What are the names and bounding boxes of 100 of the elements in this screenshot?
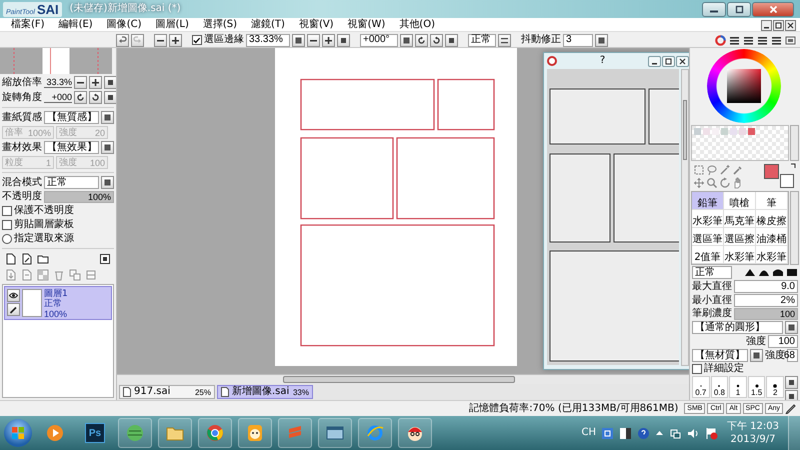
language-indicator[interactable]: CH	[581, 427, 596, 439]
volume-icon[interactable]	[687, 426, 700, 440]
brush-tool[interactable]: 選區擦	[724, 228, 756, 246]
checkbox[interactable]	[2, 206, 12, 216]
window-taskbar-button[interactable]	[318, 418, 352, 448]
zoom-field[interactable]: 33.33%	[246, 34, 290, 46]
rotate-left-button[interactable]	[74, 91, 87, 104]
scroll-down-button[interactable]	[785, 390, 798, 400]
brush-size-preset[interactable]: 1.5	[748, 376, 766, 398]
help-icon[interactable]	[637, 426, 650, 440]
folder-icon[interactable]	[37, 253, 49, 265]
clock[interactable]: 下午 12:03 2013/9/7	[723, 420, 783, 446]
vertical-scrollbar[interactable]	[790, 191, 799, 265]
zoom-in-button[interactable]	[322, 34, 335, 46]
document-tab[interactable]: 新增圖像.sai 33%	[217, 385, 313, 399]
page-arrow-icon[interactable]	[5, 269, 17, 281]
menu-item[interactable]: 視窗(V)	[292, 19, 341, 31]
brush-tip-icon[interactable]	[772, 267, 784, 278]
minimize-button[interactable]	[702, 2, 726, 16]
new-layer-icon[interactable]	[5, 253, 17, 265]
swatch-panel-icon[interactable]	[785, 34, 796, 46]
secondary-color-swatch[interactable]	[780, 174, 794, 188]
brush-tool[interactable]: 筆	[756, 192, 788, 210]
brush-tip-icon[interactable]	[744, 267, 756, 278]
paper-texture-dropdown[interactable]: 【無質感】	[44, 111, 99, 124]
rotation-field[interactable]: +000°	[360, 34, 398, 46]
slider-panel-icon[interactable]	[771, 34, 782, 46]
menu-item[interactable]: 圖層(L)	[148, 19, 196, 31]
page-minus-icon[interactable]	[21, 269, 33, 281]
reset-zoom-button[interactable]	[337, 34, 350, 46]
maximize-button[interactable]	[662, 56, 675, 66]
slider-panel-icon[interactable]	[743, 34, 754, 46]
paper-effect-dropdown[interactable]: 【無效果】	[44, 141, 99, 154]
zoom-in-button[interactable]	[89, 76, 102, 89]
brush-tool[interactable]: 選區筆	[692, 228, 724, 246]
restore-button[interactable]	[773, 20, 784, 30]
saturation-value-square[interactable]	[727, 69, 761, 103]
blend-mode-dropdown[interactable]: 正常	[44, 176, 99, 189]
rotate-right-button[interactable]	[430, 34, 443, 46]
network-icon[interactable]	[669, 426, 682, 440]
dropdown-button[interactable]	[101, 111, 114, 124]
document-tab[interactable]: 917.sai 25%	[119, 385, 215, 399]
slider-panel-icon[interactable]	[757, 34, 768, 46]
layer-item[interactable]: 圖層1 正常 100%	[4, 286, 112, 320]
dropdown-button[interactable]	[785, 321, 798, 334]
pen-icon[interactable]	[785, 403, 796, 414]
flip-button[interactable]	[498, 34, 511, 46]
brush-size-preset[interactable]: 1	[729, 376, 747, 398]
move-icon[interactable]	[693, 176, 705, 188]
zoom-in-button[interactable]	[169, 34, 182, 46]
brush-tool[interactable]: 鉛筆	[692, 192, 724, 210]
dropdown-button[interactable]	[101, 141, 114, 154]
rotation-menu-button[interactable]	[400, 34, 413, 46]
vertical-scrollbar[interactable]	[681, 69, 689, 366]
menu-item[interactable]: 圖像(C)	[100, 19, 148, 31]
brush-tool[interactable]: 馬克筆	[724, 210, 756, 228]
reset-rotation-button[interactable]	[104, 91, 116, 104]
brush-size-preset[interactable]: 0.7	[692, 376, 710, 398]
brush-size-preset[interactable]: 0.8	[710, 376, 728, 398]
checker-icon[interactable]	[37, 269, 49, 281]
menu-item[interactable]: 視窗(W)	[340, 19, 392, 31]
half-width-icon[interactable]	[619, 426, 632, 440]
zoom-out-button[interactable]	[154, 34, 167, 46]
dropdown-button[interactable]	[101, 176, 114, 189]
brush-tip-icon[interactable]	[786, 267, 798, 278]
checkbox[interactable]	[2, 220, 12, 230]
menu-item[interactable]: 其他(O)	[392, 19, 442, 31]
dropdown-button[interactable]	[750, 349, 763, 362]
zoom-out-button[interactable]	[74, 76, 87, 89]
primary-color-swatch[interactable]	[764, 164, 779, 179]
show-hidden-icon[interactable]	[655, 428, 664, 438]
min-size-field[interactable]: 2%	[734, 294, 798, 307]
input-method-icon[interactable]	[601, 426, 614, 440]
selection-rect-icon[interactable]	[693, 164, 705, 176]
brush-tool[interactable]: 橡皮擦	[756, 210, 788, 228]
horizontal-scrollbar[interactable]	[117, 374, 689, 384]
brush-shape-dropdown[interactable]: 【通常的圓形】	[692, 321, 783, 334]
globe-taskbar-button[interactable]	[118, 418, 152, 448]
mask-icon[interactable]	[99, 253, 111, 265]
reset-zoom-button[interactable]	[104, 76, 116, 89]
selection-edge-checkbox[interactable]	[192, 35, 202, 45]
radio-button[interactable]	[2, 234, 12, 244]
vertical-scrollbar[interactable]	[790, 125, 799, 161]
copy-icon[interactable]	[69, 269, 81, 281]
eyedropper-icon[interactable]	[732, 164, 744, 176]
zoom-icon[interactable]	[706, 176, 718, 188]
zoom-out-button[interactable]	[307, 34, 320, 46]
browser-taskbar-button[interactable]	[198, 418, 232, 448]
density-slider[interactable]: 100	[734, 308, 798, 320]
brush-tool[interactable]: 水彩筆	[724, 246, 756, 264]
brush-tool[interactable]: 噴槍	[724, 192, 756, 210]
close-button[interactable]	[676, 56, 689, 66]
menu-item[interactable]: 濾鏡(T)	[244, 19, 292, 31]
brush-lock-button[interactable]	[7, 303, 20, 316]
flag-icon[interactable]	[705, 426, 718, 440]
scroll-up-button[interactable]	[785, 376, 798, 389]
folder-taskbar-button[interactable]	[158, 418, 192, 448]
magic-wand-icon[interactable]	[719, 164, 731, 176]
brush-size-preset[interactable]: 2	[766, 376, 784, 398]
minimize-button[interactable]	[648, 56, 661, 66]
